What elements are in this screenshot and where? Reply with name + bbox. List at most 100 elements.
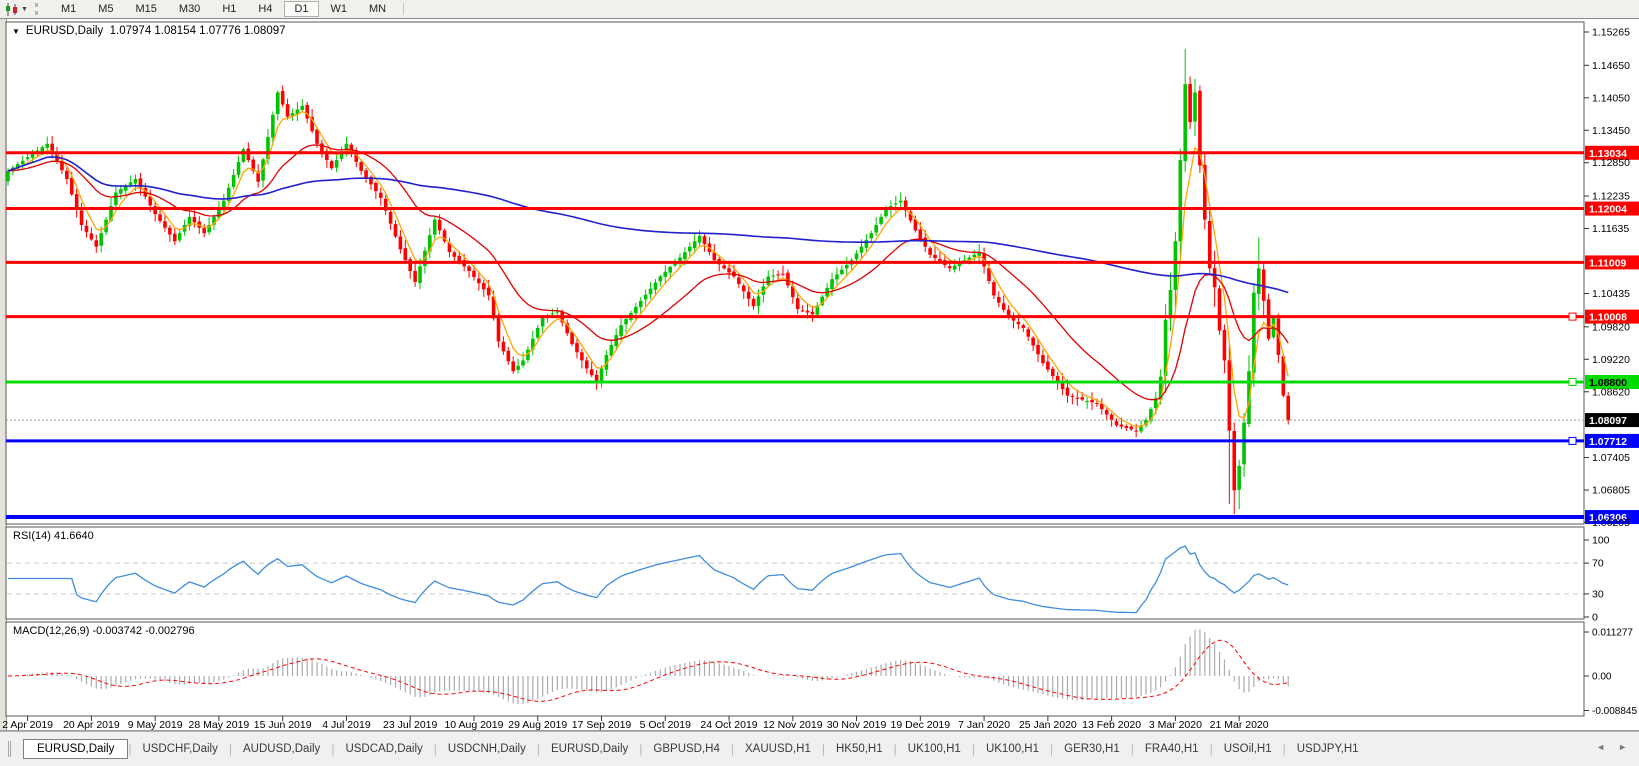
macd-panel-area[interactable] [6,622,1584,716]
timeframe-button-H4[interactable]: H4 [248,1,282,17]
candle-body [899,201,903,203]
candle-body [1046,362,1050,370]
tab-scroll-right-icon[interactable]: ► [1618,742,1627,752]
candle-body [41,147,45,151]
candle-body [271,115,275,138]
rsi-panel-area[interactable] [6,527,1584,619]
candle-body [624,319,628,324]
candle-body [1218,288,1222,330]
timeframe-button-D1[interactable]: D1 [284,1,318,17]
chart-tab-eurusd-daily[interactable]: EURUSD,Daily [540,740,639,758]
timeframe-button-W1[interactable]: W1 [321,1,358,17]
price-axis-tick-label: 1.12850 [1592,157,1630,169]
candle-body [766,276,770,285]
toolbar-grip[interactable] [35,3,43,15]
candle-body [173,234,177,242]
candle-body [453,252,457,257]
date-axis-label: 10 Aug 2019 [444,719,503,731]
timeframe-button-H1[interactable]: H1 [212,1,246,17]
chart-tab-xauusd-h1[interactable]: XAUUSD,H1 [734,740,822,758]
tabbar-grip[interactable] [8,741,17,757]
candle-body [413,271,417,282]
date-axis-label: 30 Nov 2019 [827,719,887,731]
chart-tab-usdjpy-h1[interactable]: USDJPY,H1 [1286,740,1370,758]
rsi-axis-tick-label: 100 [1592,535,1610,547]
candle-body [276,92,280,114]
candle-body [614,335,618,346]
timeframe-button-M30[interactable]: M30 [169,1,210,17]
candle-body [507,351,511,361]
chart-tab-hk50-h1[interactable]: HK50,H1 [825,740,894,758]
price-axis-tick-label: 1.06805 [1592,485,1630,497]
candle-body [830,279,834,289]
chart-tab-ger30-h1[interactable]: GER30,H1 [1053,740,1131,758]
chart-tab-eurusd-daily[interactable]: EURUSD,Daily [23,739,128,759]
candle-body [869,233,873,238]
candle-body [634,307,638,313]
candle-body [747,292,751,299]
candle-body [972,255,976,257]
candle-body [811,312,815,315]
candle-body [1223,330,1227,360]
timeframe-button-M15[interactable]: M15 [126,1,167,17]
candle-body [683,252,687,259]
tab-scroll-left-icon[interactable]: ◄ [1596,742,1605,752]
price-axis-tick-label: 1.06205 [1592,517,1630,529]
line-anchor-handle[interactable] [1569,313,1576,320]
timeframe-button-MN[interactable]: MN [359,1,396,17]
candle-body [551,313,555,314]
price-line-tag-label: 1.12004 [1589,204,1627,216]
symbol-collapse-icon[interactable]: ▼ [12,27,20,36]
candle-body [865,240,869,248]
date-axis-label: 28 May 2019 [189,719,250,731]
chart-canvas[interactable]: 1.130341.120041.110091.100081.088001.077… [0,0,1639,766]
chart-tab-usdcnh-daily[interactable]: USDCNH,Daily [437,740,537,758]
chart-type-dropdown-icon[interactable]: ▼ [21,6,28,13]
candle-body [1174,241,1178,290]
line-anchor-handle[interactable] [1569,379,1576,386]
price-chart-area[interactable] [6,22,1584,524]
toolbar-separator [403,3,404,15]
candle-body [693,241,697,248]
candle-body [237,162,241,175]
chart-tab-uk100-h1[interactable]: UK100,H1 [897,740,972,758]
candle-body [668,267,672,273]
chart-tab-fra40-h1[interactable]: FRA40,H1 [1134,740,1210,758]
date-axis-label: 20 Apr 2019 [63,719,120,731]
candlestick-chart-icon[interactable] [4,3,20,16]
date-axis-label: 13 Feb 2020 [1082,719,1141,731]
chart-tab-usoil-h1[interactable]: USOil,H1 [1213,740,1283,758]
candle-body [70,178,74,194]
candle-body [482,283,486,289]
candle-body [374,183,378,191]
rsi-axis-tick-label: 30 [1592,588,1604,600]
chart-tab-uk100-h1[interactable]: UK100,H1 [975,740,1050,758]
candle-body [1242,423,1246,465]
candle-body [727,268,731,272]
candle-body [654,283,658,290]
timeframe-button-M1[interactable]: M1 [51,1,86,17]
date-axis-label: 12 Nov 2019 [763,719,823,731]
candle-body [639,301,643,307]
chart-tab-usdcad-daily[interactable]: USDCAD,Daily [334,740,433,758]
candle-body [65,171,69,179]
candle-body [114,193,118,206]
chart-tab-usdchf-daily[interactable]: USDCHF,Daily [131,740,228,758]
chart-tab-audusd-daily[interactable]: AUDUSD,Daily [232,740,331,758]
candle-body [404,248,408,260]
candle-body [649,289,653,295]
candle-body [585,360,589,368]
price-line-tag-label: 1.07712 [1589,436,1627,448]
timeframe-button-M5[interactable]: M5 [88,1,123,17]
candle-body [433,220,437,235]
candle-body [860,247,864,253]
chart-title: ▼EURUSD,Daily 1.07974 1.08154 1.07776 1.… [12,25,286,37]
candle-body [781,274,785,275]
candle-body [776,274,780,275]
candle-body [330,161,334,168]
candle-body [1188,84,1192,122]
chart-tab-gbpusd-h4[interactable]: GBPUSD,H4 [642,740,730,758]
candle-body [1286,396,1290,420]
candle-body [992,282,996,295]
line-anchor-handle[interactable] [1569,437,1576,444]
